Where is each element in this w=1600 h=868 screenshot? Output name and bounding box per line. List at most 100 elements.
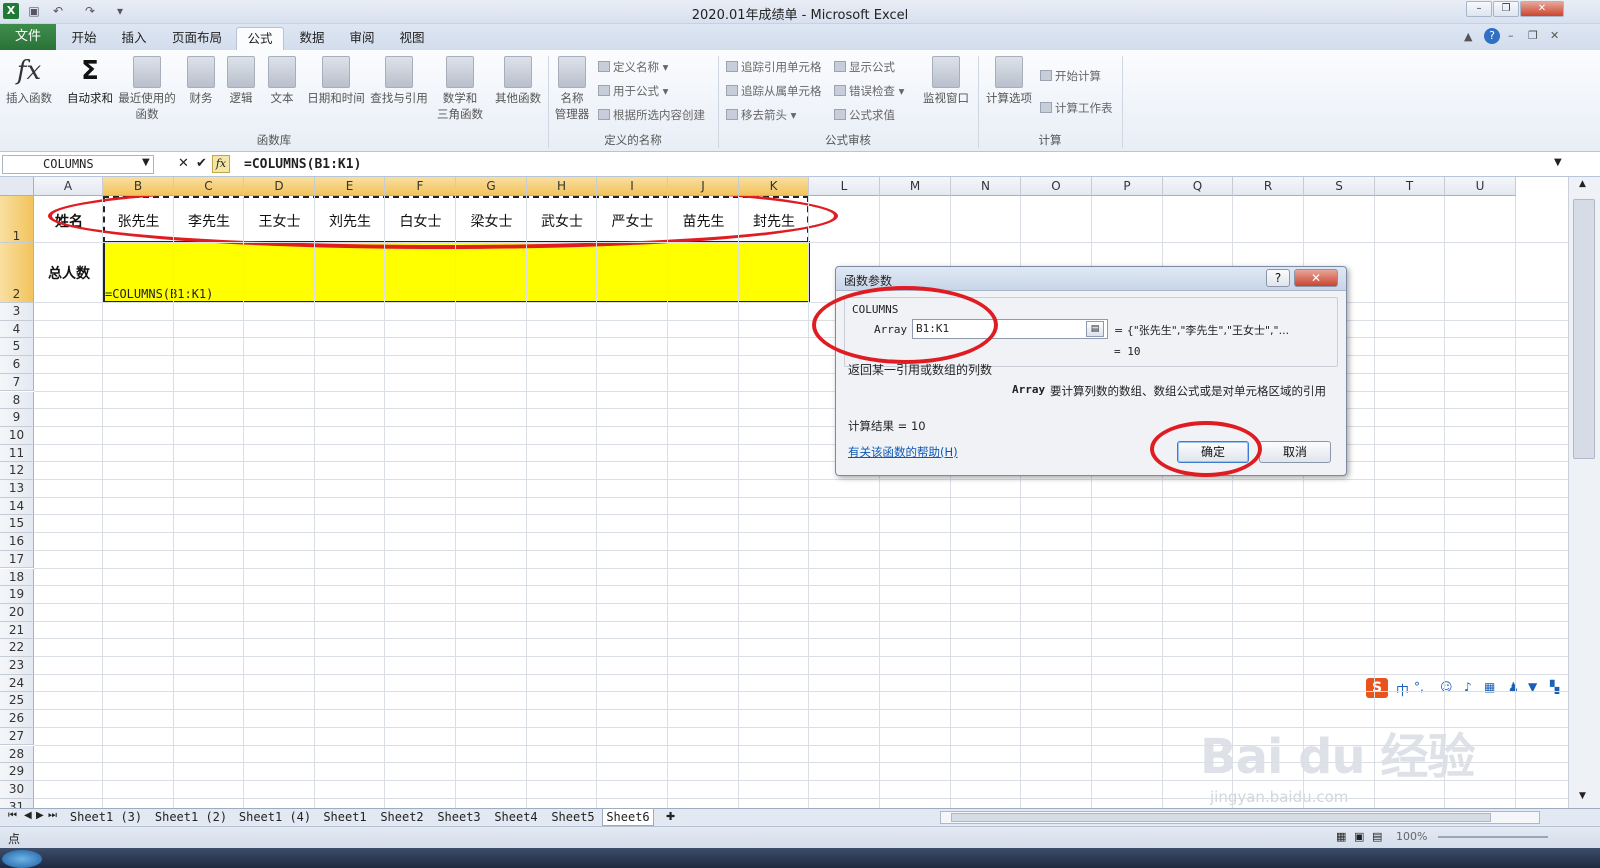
column-header-d[interactable]: D: [244, 177, 315, 196]
formula-input[interactable]: =COLUMNS(B1:K1): [244, 157, 361, 172]
row-header-29[interactable]: 29: [0, 763, 34, 781]
cell-name-10[interactable]: 封先生: [739, 211, 809, 231]
start-button-icon[interactable]: [2, 850, 42, 868]
column-header-p[interactable]: P: [1092, 177, 1163, 196]
tab-file[interactable]: 文件: [0, 24, 56, 50]
cancel-entry-icon[interactable]: ✕: [178, 156, 189, 171]
sheet-tab-3[interactable]: Sheet1 (4): [234, 809, 316, 826]
minimize-button[interactable]: –: [1466, 1, 1492, 17]
tab-insert[interactable]: 插入: [112, 27, 156, 50]
zoom-slider[interactable]: [1438, 836, 1548, 838]
show-formulas-button[interactable]: 显示公式: [834, 59, 895, 75]
sheet-tab-1[interactable]: Sheet1 (3): [64, 809, 148, 826]
tab-page-layout[interactable]: 页面布局: [164, 27, 230, 50]
cell-b2-merged[interactable]: =COLUMNS(B1:K1): [103, 241, 810, 303]
error-checking-button[interactable]: 错误检查 ▾: [834, 83, 904, 99]
logical-button[interactable]: 逻辑: [224, 56, 258, 106]
evaluate-formula-button[interactable]: 公式求值: [834, 107, 895, 123]
sheet-tab-9[interactable]: Sheet6: [602, 809, 654, 826]
normal-view-icon[interactable]: ▦: [1336, 830, 1346, 843]
scroll-up-icon[interactable]: ▲: [1579, 179, 1586, 189]
row-header-10[interactable]: 10: [0, 426, 34, 445]
row-header-17[interactable]: 17: [0, 550, 34, 569]
row-header-13[interactable]: 13: [0, 480, 34, 498]
name-box[interactable]: COLUMNS: [2, 155, 154, 174]
row-header-24[interactable]: 24: [0, 674, 34, 693]
ime-language-label[interactable]: 中: [1396, 680, 1409, 699]
tab-home[interactable]: 开始: [62, 27, 106, 50]
tab-review[interactable]: 审阅: [340, 27, 384, 50]
dialog-help-button[interactable]: ?: [1266, 269, 1290, 287]
scroll-thumb[interactable]: [1573, 199, 1595, 459]
calculate-sheet-button[interactable]: 计算工作表: [1040, 100, 1113, 116]
insert-sheet-icon[interactable]: ✚: [666, 810, 675, 823]
financial-button[interactable]: 财务: [182, 56, 220, 106]
row-header-15[interactable]: 15: [0, 515, 34, 534]
cancel-button[interactable]: 取消: [1259, 441, 1331, 463]
cell-name-9[interactable]: 苗先生: [668, 211, 739, 231]
row-header-26[interactable]: 26: [0, 710, 34, 728]
text-button[interactable]: 文本: [264, 56, 300, 106]
sheet-tab-6[interactable]: Sheet3: [432, 809, 486, 826]
enter-entry-icon[interactable]: ✔: [196, 156, 207, 171]
define-name-button[interactable]: 定义名称 ▾: [598, 59, 668, 75]
column-header-i[interactable]: I: [597, 177, 668, 196]
column-header-k[interactable]: K: [739, 177, 809, 196]
horizontal-scrollbar[interactable]: [940, 811, 1540, 824]
sheet-tab-2[interactable]: Sheet1 (2): [150, 809, 232, 826]
zoom-level[interactable]: 100%: [1396, 830, 1427, 843]
math-trig-button[interactable]: 数学和 三角函数: [432, 56, 488, 122]
create-from-selection-button[interactable]: 根据所选内容创建: [598, 107, 705, 123]
ime-toolbar[interactable]: S 中 °, ☺ ♪ ▦ ♟ ▼ ▚: [1366, 678, 1568, 700]
cell-name-4[interactable]: 刘先生: [315, 211, 385, 231]
row-header-9[interactable]: 9: [0, 409, 34, 427]
column-header-t[interactable]: T: [1375, 177, 1445, 196]
column-header-s[interactable]: S: [1304, 177, 1375, 196]
first-sheet-icon[interactable]: ⏮: [8, 810, 17, 821]
tab-data[interactable]: 数据: [290, 27, 334, 50]
sheet-tab-7[interactable]: Sheet4: [488, 809, 544, 826]
column-header-h[interactable]: H: [527, 177, 597, 196]
row-header-22[interactable]: 22: [0, 639, 34, 657]
next-sheet-icon[interactable]: ▶: [36, 810, 44, 821]
hscroll-thumb[interactable]: [951, 813, 1491, 822]
datetime-button[interactable]: 日期和时间: [304, 56, 368, 106]
row-header-27[interactable]: 27: [0, 727, 34, 746]
row-header-3[interactable]: 3: [0, 303, 34, 321]
row-header-30[interactable]: 30: [0, 780, 34, 799]
row-header-7[interactable]: 7: [0, 373, 34, 392]
row-header-20[interactable]: 20: [0, 603, 34, 622]
column-header-r[interactable]: R: [1233, 177, 1304, 196]
cell-a2[interactable]: 总人数: [34, 263, 104, 283]
row-header-19[interactable]: 19: [0, 586, 34, 604]
row-header-4[interactable]: 4: [0, 320, 34, 339]
trace-precedents-button[interactable]: 追踪引用单元格: [726, 59, 822, 75]
row-header-8[interactable]: 8: [0, 391, 34, 410]
close-window-button[interactable]: ✕: [1520, 1, 1564, 17]
recent-functions-button[interactable]: 最近使用的 函数: [116, 56, 178, 122]
page-break-view-icon[interactable]: ▤: [1372, 830, 1382, 843]
column-header-f[interactable]: F: [385, 177, 456, 196]
select-all-button[interactable]: [0, 177, 34, 196]
column-header-n[interactable]: N: [951, 177, 1021, 196]
row-header-18[interactable]: 18: [0, 568, 34, 587]
dialog-close-button[interactable]: ✕: [1294, 269, 1338, 287]
name-box-dropdown-icon[interactable]: ▼: [142, 157, 150, 168]
row-header-21[interactable]: 21: [0, 621, 34, 640]
column-header-b[interactable]: B: [103, 177, 174, 196]
row-header-2[interactable]: 2: [0, 243, 34, 303]
doc-restore-icon[interactable]: ❐: [1528, 29, 1538, 42]
doc-minimize-icon[interactable]: –: [1508, 29, 1514, 42]
row-header-28[interactable]: 28: [0, 745, 34, 764]
use-in-formula-button[interactable]: 用于公式 ▾: [598, 83, 668, 99]
cell-name-3[interactable]: 王女士: [244, 211, 315, 231]
insert-function-icon[interactable]: fx: [212, 155, 230, 173]
column-header-e[interactable]: E: [315, 177, 385, 196]
calculate-now-button[interactable]: 开始计算: [1040, 68, 1101, 84]
autosum-button[interactable]: Σ 自动求和: [62, 56, 118, 106]
sheet-tab-8[interactable]: Sheet5: [546, 809, 600, 826]
row-header-11[interactable]: 11: [0, 444, 34, 463]
row-header-31[interactable]: 31: [0, 798, 34, 808]
page-layout-view-icon[interactable]: ▣: [1354, 830, 1364, 843]
column-header-g[interactable]: G: [456, 177, 527, 196]
